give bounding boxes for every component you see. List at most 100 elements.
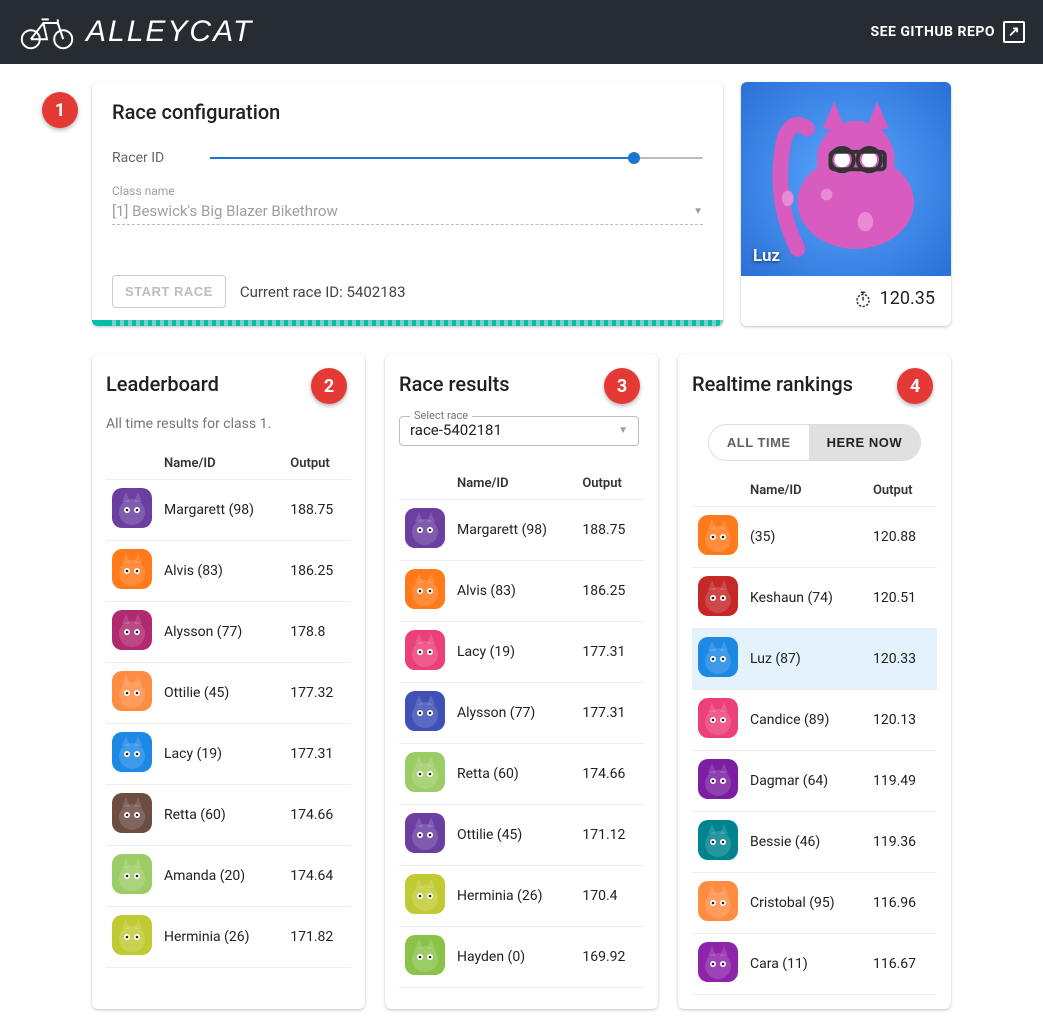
row-output: 174.66 [284,785,351,846]
table-row[interactable]: Margarett (98)188.75 [106,480,351,541]
start-race-button[interactable]: START RACE [112,275,226,308]
avatar-icon [112,854,152,894]
table-row[interactable]: Cara (11)116.67 [692,934,937,995]
panels-row: 2 Leaderboard All time results for class… [92,354,951,1009]
row-output: 171.12 [576,805,644,866]
profile-stat: 120.35 [741,276,951,321]
realtime-table-wrap[interactable]: Name/ID Output (35)120.88 Keshaun (74)12… [692,475,937,995]
avatar-icon [698,820,738,860]
row-name: Keshaun (74) [744,568,867,629]
table-row[interactable]: Timmothy (69)171.12 [106,968,351,969]
row-output: 188.75 [576,500,644,561]
profile-card: Luz 120.35 [741,82,951,326]
table-row[interactable]: Herminia (26)170.4 [399,866,644,927]
row-output: 120.51 [867,568,937,629]
racer-id-label: Racer ID [112,150,196,166]
col-output: Output [284,448,351,480]
row-output: 119.36 [867,812,937,873]
avatar-icon [698,942,738,982]
brand: ALLEYCAT [18,14,253,50]
racer-id-row: Racer ID [112,138,703,178]
table-row[interactable]: Retta (60)174.66 [106,785,351,846]
realtime-toggle: ALL TIME HERE NOW [708,424,921,461]
col-name: Name/ID [451,468,576,500]
avatar-icon [112,549,152,589]
avatar-icon [112,671,152,711]
realtime-table: Name/ID Output (35)120.88 Keshaun (74)12… [692,475,937,995]
col-output: Output [867,475,937,507]
table-row[interactable]: Ottilie (45)171.12 [399,805,644,866]
table-row[interactable]: Amanda (20)174.64 [106,846,351,907]
racer-id-slider[interactable] [210,146,703,170]
row-output: 177.32 [284,663,351,724]
toggle-here-now[interactable]: HERE NOW [809,425,921,460]
table-row[interactable]: Alysson (77)177.31 [399,683,644,744]
row-name: Bessie (46) [744,812,867,873]
row-name: Alvis (83) [158,541,284,602]
row-output: 186.25 [284,541,351,602]
table-row[interactable]: Dagmar (64)119.49 [692,751,937,812]
table-row[interactable]: Candice (89)120.13 [692,690,937,751]
row-output: 177.31 [576,622,644,683]
row-output: 120.88 [867,507,937,568]
table-row[interactable]: Keshaun (74)120.51 [692,568,937,629]
row-output: 116.96 [867,873,937,934]
select-race-dropdown[interactable]: Select race race-5402181 ▼ [399,416,639,446]
table-row[interactable]: Luz (87)120.33 [692,629,937,690]
row-name: Retta (60) [451,744,576,805]
table-row[interactable]: Alysson (77)178.8 [106,602,351,663]
results-table-wrap[interactable]: Name/ID Output Margarett (98)188.75 Alvi… [399,468,644,988]
table-row[interactable]: Bessie (46)119.36 [692,812,937,873]
row-output: 166.14 [576,988,644,989]
step-badge-2: 2 [311,368,347,404]
table-row[interactable]: (35)120.88 [692,507,937,568]
table-row[interactable]: Hayden (0)169.92 [399,927,644,988]
row-name: Alysson (77) [158,602,284,663]
table-row[interactable]: Sincere (5)166.14 [399,988,644,989]
table-row[interactable]: Lacy (19)177.31 [399,622,644,683]
table-row[interactable]: Lacy (19)177.31 [106,724,351,785]
github-repo-link[interactable]: SEE GITHUB REPO ↗ [870,21,1025,43]
col-output: Output [576,468,644,500]
leaderboard-table-wrap[interactable]: Name/ID Output Margarett (98)188.75 Alvi… [106,448,351,968]
profile-stat-value: 120.35 [880,288,935,309]
table-row[interactable]: Margarett (98)188.75 [399,500,644,561]
col-name: Name/ID [744,475,867,507]
step-badge-4: 4 [897,368,933,404]
row-output: 120.33 [867,629,937,690]
avatar-icon [112,732,152,772]
table-row[interactable]: Alvis (83)186.25 [106,541,351,602]
class-name-field[interactable]: Class name [1] Beswick's Big Blazer Bike… [112,184,703,225]
row-name: Amanda (20) [158,846,284,907]
table-row[interactable]: Herminia (26)171.82 [106,907,351,968]
table-row[interactable]: Cristobal (95)116.96 [692,873,937,934]
avatar-icon [405,508,445,548]
row-output: 116.67 [867,934,937,995]
avatar-icon [112,488,152,528]
row-name: Luz (87) [744,629,867,690]
avatar-icon [698,637,738,677]
col-name: Name/ID [158,448,284,480]
table-row[interactable]: Alvis (83)186.25 [399,561,644,622]
row-output: 174.64 [284,846,351,907]
table-row[interactable]: Ottilie (45)177.32 [106,663,351,724]
profile-name: Luz [753,246,780,266]
row-output: 171.82 [284,907,351,968]
table-row[interactable]: Hubert (1)115.85 [692,995,937,996]
row-output: 171.12 [284,968,351,969]
avatar-icon [698,759,738,799]
config-row: 1 Race configuration Racer ID Class name… [92,82,951,326]
avatar-icon [405,813,445,853]
row-name: Timmothy (69) [158,968,284,969]
avatar-icon [698,698,738,738]
table-row[interactable]: Retta (60)174.66 [399,744,644,805]
github-link-label: SEE GITHUB REPO [870,24,995,40]
config-title: Race configuration [112,100,703,124]
toggle-all-time[interactable]: ALL TIME [709,425,809,460]
avatar-icon [405,569,445,609]
realtime-card: 4 Realtime rankings ALL TIME HERE NOW Na… [678,354,951,1009]
chevron-down-icon: ▼ [618,425,628,436]
avatar-icon [112,915,152,955]
current-race-id: Current race ID: 5402183 [240,283,406,301]
row-output: 119.49 [867,751,937,812]
